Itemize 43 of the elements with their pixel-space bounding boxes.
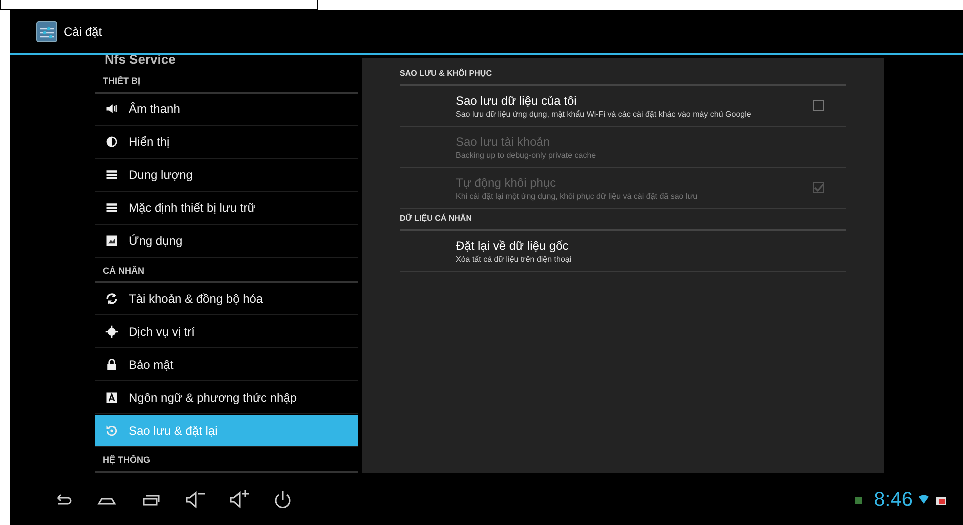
picture-icon [105,234,119,248]
preference-row[interactable]: Sao lưu dữ liệu của tôi Sao lưu dữ liệu ứng dụng, mật khẩu Wi-Fi và các cài đặt khác vào máy chủ Google [400,86,846,127]
section-header: SAO LƯU & KHÔI PHỤC [400,64,846,86]
preference-summary: Xóa tất cả dữ liệu trên điện thoại [456,255,573,265]
checkbox[interactable] [812,99,826,113]
sidebar-item[interactable]: Dịch vụ vị trí [95,316,358,348]
volume-down-icon[interactable] [184,489,206,511]
lock-icon [105,358,119,372]
preference-title: Sao lưu tài khoản [456,134,552,151]
section-header: THIẾT BỊ [95,69,358,94]
location-icon [105,324,119,338]
restore-icon [105,424,119,438]
preference-title: Đặt lại về dữ liệu gốc [456,238,570,255]
sidebar-item[interactable]: Mặc định thiết bị lưu trữ [95,192,358,224]
preference-row[interactable]: Đặt lại về dữ liệu gốc Xóa tất cả dữ liệu trên điện thoại [400,231,846,272]
storage-icon [105,201,119,215]
sidebar-item[interactable]: Âm thanh [95,94,358,126]
sidebar-item[interactable]: Bảo mật [95,349,358,381]
preference-summary: Khi cài đặt lại một ứng dụng, khôi phục dữ liệu và cài đặt đã sao lưu [456,192,699,202]
window-title: Cài đặt [64,24,102,40]
sidebar-item[interactable]: Dung lượng [95,160,358,192]
settings-icon [36,20,58,42]
preference-summary: Sao lưu dữ liệu ứng dụng, mật khẩu Wi-Fi và các cài đặt khác vào máy chủ Google [456,110,752,120]
sidebar-item[interactable]: Hiển thị [95,126,358,158]
section-header: CÁ NHÂN [95,258,358,283]
volume-up-icon[interactable] [228,489,250,511]
clock: 8:46 [874,488,913,513]
section-header: HỆ THỐNG [95,448,358,472]
section-header: DỮ LIỆU CÁ NHÂN [400,209,846,231]
wifi-icon [919,495,929,505]
preference-title: Tự động khôi phục [456,175,558,192]
sidebar-item[interactable]: Ứng dụng [95,226,358,258]
sidebar-item[interactable]: Tài khoản & đồng bộ hóa [95,283,358,315]
letter-icon [105,390,119,404]
battery-icon [935,494,947,506]
sidebar-item[interactable]: Ngôn ngữ & phương thức nhập [95,382,358,414]
speaker-icon [105,102,119,116]
contrast-icon [105,135,119,149]
storage-icon [105,168,119,182]
preference-summary: Backing up to debug-only private cache [456,151,598,161]
notification-icon [855,496,862,504]
sync-icon [105,292,119,306]
preference-title: Sao lưu dữ liệu của tôi [456,93,578,110]
